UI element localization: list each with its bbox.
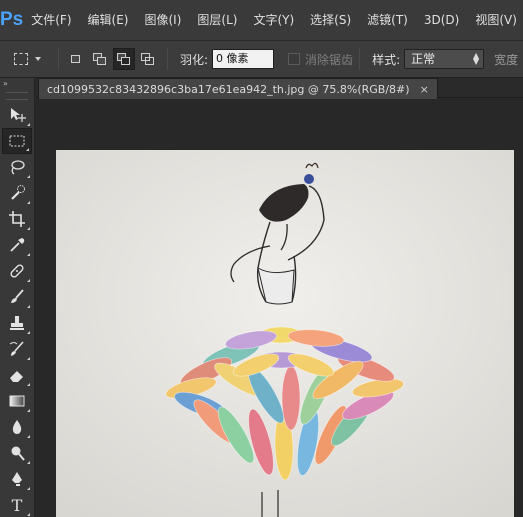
tool-preset-picker[interactable] bbox=[8, 46, 52, 72]
image-canvas[interactable] bbox=[56, 150, 514, 517]
bandage-icon bbox=[10, 264, 24, 278]
new-selection-button[interactable] bbox=[65, 48, 87, 70]
marquee-preset-icon bbox=[14, 53, 28, 65]
type-icon: T bbox=[11, 495, 23, 515]
move-tool[interactable] bbox=[2, 102, 32, 128]
subtract-selection-icon bbox=[117, 53, 131, 65]
rectangular-marquee-tool[interactable] bbox=[2, 128, 32, 154]
feather-label: 羽化: bbox=[180, 52, 209, 67]
quilled-ballerina-artwork bbox=[56, 150, 514, 517]
clone-stamp-tool[interactable] bbox=[2, 310, 32, 336]
panel-grip[interactable] bbox=[6, 92, 28, 100]
subtract-from-selection-button[interactable] bbox=[113, 48, 135, 70]
style-select[interactable]: 正常 ▲ ▼ bbox=[404, 49, 485, 69]
eyedropper-tool[interactable] bbox=[2, 232, 32, 258]
gradient-icon bbox=[9, 395, 25, 407]
dodge-tool[interactable] bbox=[2, 440, 32, 466]
history-brush-tool[interactable] bbox=[2, 336, 32, 362]
add-selection-icon bbox=[93, 53, 107, 65]
dodge-icon bbox=[11, 446, 25, 461]
menu-image[interactable]: 图像(I) bbox=[136, 0, 189, 40]
antialias-label: 消除锯齿 bbox=[305, 52, 354, 67]
updown-icon: ▲ ▼ bbox=[472, 51, 480, 66]
eyedropper-icon bbox=[10, 238, 25, 252]
crop-tool[interactable] bbox=[2, 206, 32, 232]
style-select-value: 正常 bbox=[411, 52, 436, 66]
feather-input[interactable]: 0 像素 bbox=[212, 49, 275, 69]
menu-bar: Ps 文件(F) 编辑(E) 图像(I) 图层(L) 文字(Y) 选择(S) 滤… bbox=[0, 0, 523, 40]
drop-icon bbox=[12, 420, 22, 434]
tools-panel: » T bbox=[0, 78, 35, 517]
marquee-icon bbox=[9, 135, 25, 147]
style-label: 样式: bbox=[372, 52, 401, 67]
antialias-checkbox[interactable] bbox=[288, 53, 301, 65]
lasso-icon bbox=[11, 160, 25, 175]
blur-tool[interactable] bbox=[2, 414, 32, 440]
gradient-tool[interactable] bbox=[2, 388, 32, 414]
collapse-panel-button[interactable]: » bbox=[0, 78, 34, 90]
pen-tool[interactable] bbox=[2, 466, 32, 492]
lasso-tool[interactable] bbox=[2, 154, 32, 180]
quick-selection-tool[interactable] bbox=[2, 180, 32, 206]
pen-icon bbox=[12, 472, 22, 486]
width-label: 宽度 bbox=[494, 52, 519, 67]
document-tab[interactable]: cd1099532c83432896c3ba17e61ea942_th.jpg … bbox=[38, 78, 438, 99]
menu-layer[interactable]: 图层(L) bbox=[189, 0, 245, 40]
eraser-icon bbox=[10, 371, 23, 382]
new-selection-icon bbox=[69, 53, 83, 65]
chevron-down-icon bbox=[35, 57, 41, 61]
history-brush-icon bbox=[9, 341, 24, 356]
close-icon[interactable]: × bbox=[420, 83, 429, 96]
options-bar: 羽化: 0 像素 消除锯齿 样式: 正常 ▲ ▼ 宽度 bbox=[0, 40, 523, 78]
brush-icon bbox=[11, 289, 24, 303]
document-area: cd1099532c83432896c3ba17e61ea942_th.jpg … bbox=[36, 78, 523, 517]
menu-file[interactable]: 文件(F) bbox=[23, 0, 79, 40]
crop-icon bbox=[9, 211, 25, 227]
divider bbox=[58, 48, 59, 70]
stamp-icon bbox=[10, 316, 24, 330]
intersect-selection-icon bbox=[141, 53, 155, 65]
quick-selection-icon bbox=[11, 185, 25, 200]
menu-select[interactable]: 选择(S) bbox=[302, 0, 359, 40]
divider bbox=[167, 48, 168, 70]
intersect-selection-button[interactable] bbox=[137, 48, 159, 70]
menu-3d[interactable]: 3D(D) bbox=[416, 0, 467, 40]
photoshop-logo: Ps bbox=[0, 9, 24, 30]
menu-view[interactable]: 视图(V) bbox=[467, 0, 523, 40]
menu-type[interactable]: 文字(Y) bbox=[245, 0, 302, 40]
divider bbox=[359, 48, 361, 70]
brush-tool[interactable] bbox=[2, 284, 32, 310]
spot-healing-brush-tool[interactable] bbox=[2, 258, 32, 284]
move-icon bbox=[11, 108, 26, 122]
add-to-selection-button[interactable] bbox=[89, 48, 111, 70]
document-tab-title: cd1099532c83432896c3ba17e61ea942_th.jpg … bbox=[47, 82, 410, 96]
menu-filter[interactable]: 滤镜(T) bbox=[359, 0, 416, 40]
eraser-tool[interactable] bbox=[2, 362, 32, 388]
menu-edit[interactable]: 编辑(E) bbox=[80, 0, 137, 40]
type-tool[interactable]: T bbox=[2, 492, 32, 517]
